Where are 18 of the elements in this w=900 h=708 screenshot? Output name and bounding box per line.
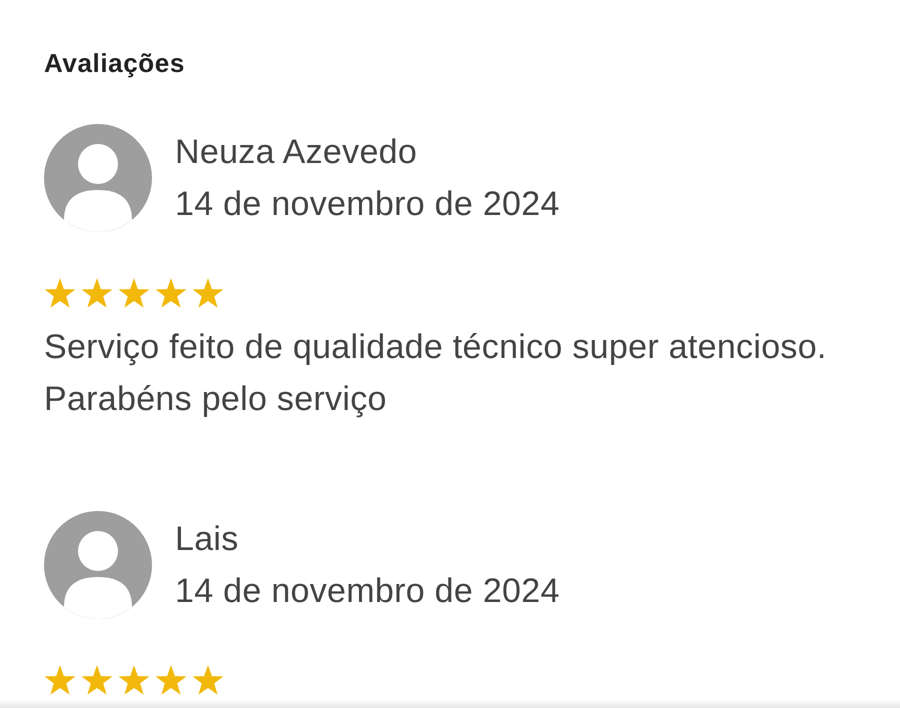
star-icon <box>192 278 224 309</box>
star-icon <box>81 665 113 696</box>
star-icon <box>118 665 150 696</box>
review-date: 14 de novembro de 2024 <box>175 571 560 612</box>
star-icon <box>44 278 76 309</box>
review-date: 14 de novembro de 2024 <box>175 184 560 225</box>
user-avatar-icon <box>44 511 152 619</box>
star-icon <box>192 665 224 696</box>
user-avatar-icon <box>44 124 152 232</box>
reviewer-name: Neuza Azevedo <box>175 132 418 173</box>
review-text: Serviço feito de qualidade técnico super atencioso. Parabéns pelo serviço <box>44 327 828 420</box>
section-heading: Avaliações <box>44 48 185 78</box>
reviewer-name: Lais <box>175 519 239 560</box>
star-icon <box>155 278 187 309</box>
star-icon <box>81 278 113 309</box>
star-icon <box>118 278 150 309</box>
star-icon <box>44 665 76 696</box>
star-icon <box>155 665 187 696</box>
